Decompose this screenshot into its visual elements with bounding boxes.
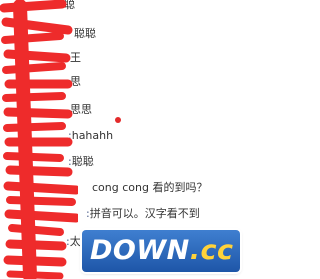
redaction-stroke	[2, 92, 66, 102]
redaction-stroke	[8, 224, 64, 236]
redaction-stroke	[0, 0, 67, 13]
message-text: 拼音可以。汉字看不到	[89, 207, 200, 220]
redaction-stroke	[3, 152, 64, 162]
redaction-stroke	[5, 239, 67, 251]
redaction-stroke	[1, 32, 64, 44]
chat-message: :拼音可以。汉字看不到	[86, 207, 200, 221]
redaction-stroke	[4, 209, 78, 223]
chat-message: cong cong 看的到吗？	[92, 181, 207, 195]
message-text: cong cong 看的到吗？	[92, 181, 208, 194]
red-dot-mark	[115, 117, 121, 123]
redaction-stroke	[5, 165, 73, 177]
watermark-text: DOWN.cc	[90, 234, 234, 268]
redaction-stroke	[2, 62, 66, 74]
redaction-stroke	[3, 122, 66, 132]
down-cc-watermark: DOWN.cc	[82, 230, 240, 272]
watermark-tld: .cc	[189, 235, 234, 266]
redaction-stroke	[6, 196, 76, 206]
redaction-stroke	[3, 181, 78, 195]
watermark-brand: DOWN	[90, 235, 190, 266]
redaction-scribble	[0, 0, 78, 279]
redaction-stroke	[13, 0, 37, 279]
